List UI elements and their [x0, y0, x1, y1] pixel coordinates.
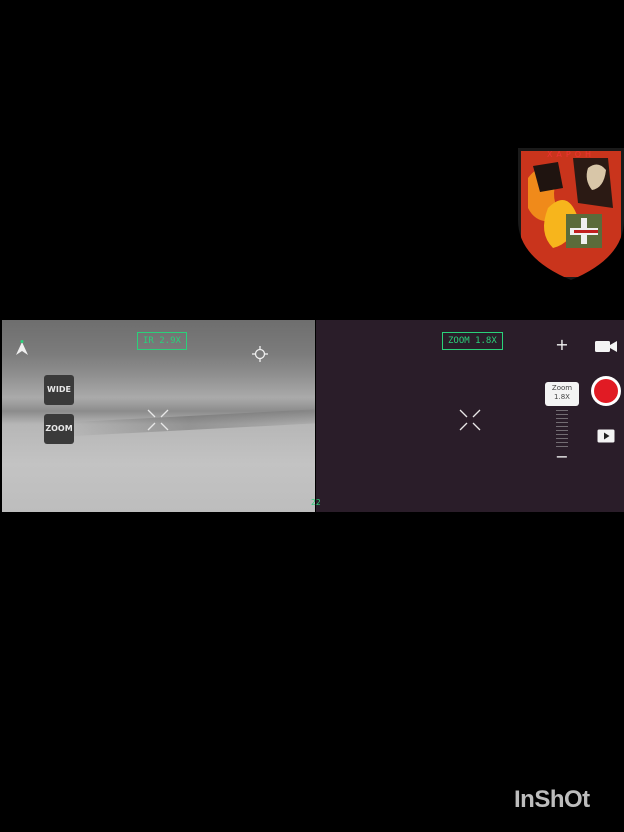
zoom-slider[interactable]	[556, 410, 568, 450]
record-button[interactable]	[591, 376, 621, 406]
zoom-readout-title: Zoom	[551, 384, 573, 392]
crosshair-icon	[458, 408, 482, 432]
record-dot-icon	[594, 379, 618, 403]
frame-counter: 22	[311, 498, 321, 507]
unit-patch-emblem: ХАРОН	[518, 148, 624, 280]
crosshair-icon	[146, 408, 170, 432]
patch-top-text: ХАРОН	[547, 150, 595, 159]
zoom-button[interactable]: ZOOM	[44, 414, 74, 444]
target-reticle-icon[interactable]	[252, 346, 268, 362]
zoom-out-button[interactable]: −	[553, 448, 571, 466]
navigation-arrow-icon	[14, 340, 32, 358]
video-feed	[0, 320, 624, 512]
zoom-in-button[interactable]: +	[553, 336, 571, 354]
ir-zoom-indicator: IR 2.9X	[137, 332, 187, 350]
inshot-watermark: InShOt	[514, 786, 590, 813]
unit-patch-graphic: ХАРОН	[518, 148, 624, 280]
zoom-readout-value: 1.8X	[554, 393, 570, 401]
play-icon[interactable]	[597, 428, 615, 443]
wide-button[interactable]: WIDE	[44, 375, 74, 405]
zoom-control-panel: + Zoom 1.8X −	[543, 330, 581, 468]
zoom-level-indicator: ZOOM 1.8X	[442, 332, 503, 350]
video-camera-icon[interactable]	[594, 338, 618, 354]
zoom-readout: Zoom 1.8X	[545, 382, 579, 406]
